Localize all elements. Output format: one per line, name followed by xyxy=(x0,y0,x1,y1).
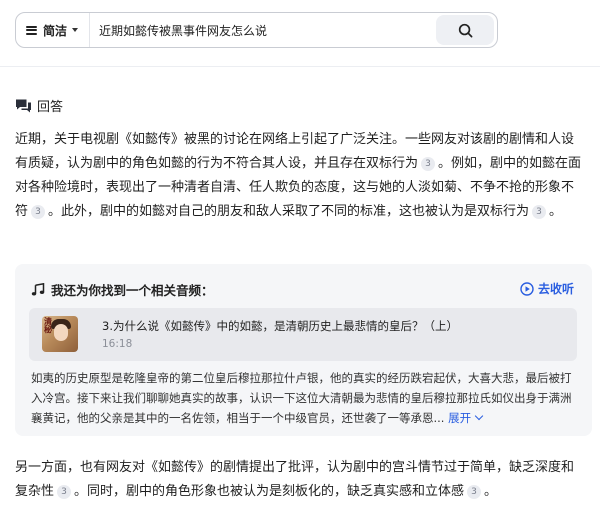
para1-text-3: 。此外，剧中的如懿对自己的朋友和敌人采取了不同的标准，这也被认为是双标行为 xyxy=(48,204,530,219)
expand-label: 展开 xyxy=(448,411,472,425)
expand-button[interactable]: 展开 xyxy=(448,411,484,425)
citation-badge[interactable]: 3 xyxy=(532,205,547,219)
answer-heading-label: 回答 xyxy=(37,100,64,115)
para2-text-3: 。 xyxy=(484,484,498,499)
answer-paragraph-2: 另一方面，也有网友对《如懿传》的剧情提出了批评，认为剧中的宫斗情节过于简单，缺乏… xyxy=(15,456,585,504)
chevron-down-icon xyxy=(72,28,79,32)
para2-text-2: 。同时，剧中的角色形象也被认为是刻板化的，缺乏真实感和立体感 xyxy=(74,484,465,499)
search-button[interactable] xyxy=(436,15,494,45)
audio-track-item[interactable]: 清秘 3.为什么说《如懿传》中的如懿，是清朝历史上最悲情的皇后？（上） 16:1… xyxy=(29,308,577,361)
audio-card-heading: 我还为你找到一个相关音频： xyxy=(31,280,214,299)
para1-text-4: 。 xyxy=(549,204,563,219)
header-divider xyxy=(0,66,600,67)
menu-icon xyxy=(26,25,37,35)
track-thumbnail: 清秘 xyxy=(42,316,78,352)
citation-badge[interactable]: 3 xyxy=(31,205,46,219)
play-circle-icon xyxy=(520,281,534,296)
related-audio-card: 我还为你找到一个相关音频： 去收听 清秘 3.为什么说《如懿传》中的如懿，是清朝… xyxy=(15,264,592,436)
music-note-icon xyxy=(31,282,45,295)
search-bar: 简洁 xyxy=(15,12,498,48)
answer-paragraph-1: 近期，关于电视剧《如懿传》被黑的讨论在网络上引起了广泛关注。一些网友对该剧的剧情… xyxy=(15,128,585,224)
citation-badge[interactable]: 3 xyxy=(467,485,482,499)
audio-summary-text: 如夷的历史原型是乾隆皇帝的第二位皇后穆拉那拉什卢银，他的真实的经历跌宕起伏，大喜… xyxy=(31,371,572,425)
citation-badge[interactable]: 3 xyxy=(421,157,436,171)
audio-card-title: 我还为你找到一个相关音频： xyxy=(51,283,214,298)
search-input[interactable] xyxy=(90,13,436,47)
search-icon xyxy=(458,23,472,37)
audio-summary: 如夷的历史原型是乾隆皇帝的第二位皇后穆拉那拉什卢银，他的真实的经历跌宕起伏，大喜… xyxy=(31,368,577,428)
listen-label: 去收听 xyxy=(537,282,574,296)
mode-label: 简洁 xyxy=(43,23,68,38)
chevron-down-icon xyxy=(474,411,484,421)
chat-bubble-icon xyxy=(16,99,31,112)
mode-selector[interactable]: 简洁 xyxy=(16,13,90,47)
citation-badge[interactable]: 3 xyxy=(57,485,72,499)
listen-button[interactable]: 去收听 xyxy=(520,280,574,297)
track-title: 3.为什么说《如懿传》中的如懿，是清朝历史上最悲情的皇后？（上） xyxy=(102,319,458,333)
track-duration: 16:18 xyxy=(102,338,133,350)
answer-heading: 回答 xyxy=(15,96,63,115)
